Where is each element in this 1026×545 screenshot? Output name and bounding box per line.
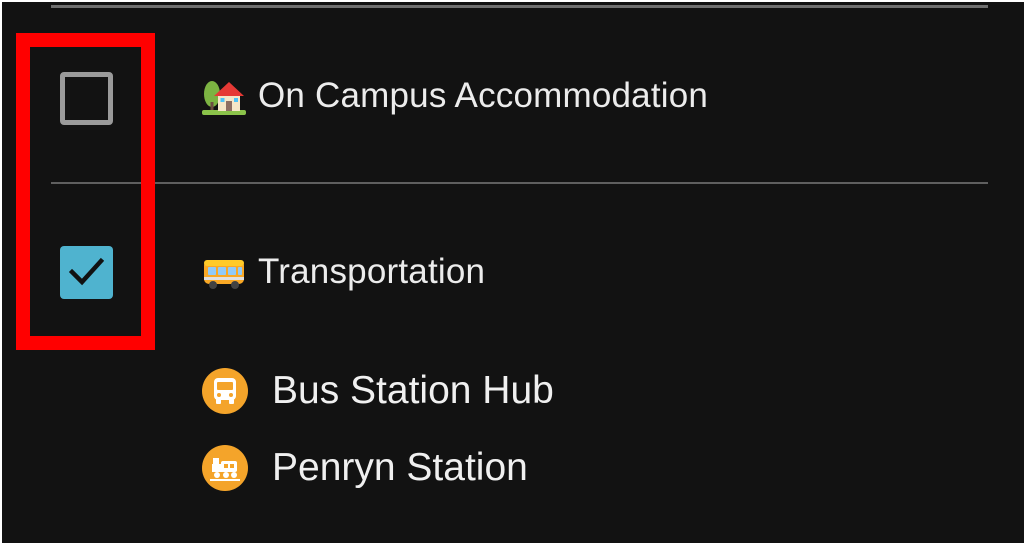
top-divider: [51, 5, 988, 8]
train-marker-icon: [202, 445, 248, 491]
section-divider: [51, 182, 988, 184]
bus-icon: [202, 252, 246, 292]
layers-panel: On Campus Accommodation Transportation B…: [2, 2, 1024, 543]
checkbox-highlight-annotation: [16, 33, 155, 350]
transportation-layer-label: Transportation: [258, 252, 486, 291]
accommodation-layer-row[interactable]: On Campus Accommodation: [202, 74, 708, 118]
accommodation-layer-label: On Campus Accommodation: [258, 76, 709, 115]
penryn-station-item[interactable]: Penryn Station: [202, 443, 528, 493]
penryn-station-label: Penryn Station: [272, 446, 528, 489]
bus-station-hub-label: Bus Station Hub: [272, 369, 554, 412]
transportation-layer-row[interactable]: Transportation: [202, 250, 485, 294]
bus-marker-icon: [202, 368, 248, 414]
house-with-garden-icon: [202, 76, 246, 116]
bus-station-hub-item[interactable]: Bus Station Hub: [202, 366, 554, 416]
